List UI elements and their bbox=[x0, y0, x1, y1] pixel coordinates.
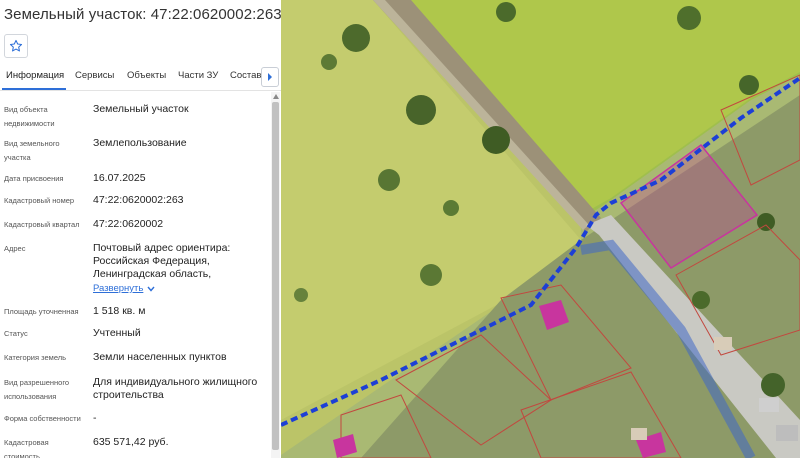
triangle-up-icon bbox=[273, 93, 279, 99]
expand-address-link[interactable]: Развернуть bbox=[93, 283, 155, 294]
tree bbox=[482, 126, 510, 154]
property-value: 1 518 кв. м bbox=[93, 305, 146, 317]
property-row-object-type: Вид объекта недвижимости Земельный участ… bbox=[0, 103, 270, 133]
property-value: Почтовый адрес ориентира: Российская Фед… bbox=[93, 242, 231, 280]
property-label: Вид разрешенного использования bbox=[4, 378, 70, 401]
chevron-right-icon bbox=[268, 73, 272, 81]
property-value: - bbox=[93, 412, 97, 424]
property-label: Кадастровый квартал bbox=[4, 220, 80, 229]
tab-information[interactable]: Информация bbox=[6, 70, 64, 81]
tree bbox=[406, 95, 436, 125]
expand-link-label: Развернуть bbox=[93, 283, 144, 294]
property-value: Земли населенных пунктов bbox=[93, 351, 227, 363]
tab-services[interactable]: Сервисы bbox=[75, 70, 114, 81]
tab-bar: Информация Сервисы Объекты Части ЗУ Сост… bbox=[0, 64, 281, 91]
tree bbox=[321, 54, 337, 70]
property-value: 635 571,42 руб. bbox=[93, 436, 169, 448]
property-row-cadastral-value: Кадастровая стоимость 635 571,42 руб. bbox=[0, 436, 270, 458]
tab-objects[interactable]: Объекты bbox=[127, 70, 166, 81]
star-icon bbox=[9, 39, 23, 52]
map-view[interactable] bbox=[281, 0, 800, 458]
property-label: Вид объекта недвижимости bbox=[4, 105, 55, 128]
tree bbox=[761, 373, 785, 397]
building bbox=[776, 425, 798, 441]
property-label: Категория земель bbox=[4, 353, 67, 362]
tree bbox=[692, 291, 710, 309]
info-panel: Земельный участок: 47:22:0620002:263 Инф… bbox=[0, 0, 282, 458]
active-tab-indicator bbox=[2, 88, 66, 90]
property-label: Форма собственности bbox=[4, 414, 81, 423]
property-value: Земельный участок bbox=[93, 103, 189, 115]
tree bbox=[294, 288, 308, 302]
property-label: Адрес bbox=[4, 244, 26, 253]
building bbox=[714, 337, 732, 350]
tree bbox=[378, 169, 400, 191]
property-label: Дата присвоения bbox=[4, 174, 64, 183]
tabs-scroll-right-button[interactable] bbox=[261, 67, 279, 87]
property-list: Вид объекта недвижимости Земельный участ… bbox=[0, 95, 270, 458]
page-title: Земельный участок: 47:22:0620002:263 bbox=[4, 6, 282, 23]
property-value: Землепользование bbox=[93, 137, 187, 149]
property-value: 47:22:0620002:263 bbox=[93, 194, 184, 206]
property-label: Кадастровая стоимость bbox=[4, 438, 49, 458]
tree bbox=[496, 2, 516, 22]
property-row-permitted-use: Вид разрешенного использования Для индив… bbox=[0, 376, 270, 410]
property-row-status: Статус Учтенный bbox=[0, 327, 270, 343]
property-label: Площадь уточненная bbox=[4, 307, 79, 316]
property-value: Учтенный bbox=[93, 327, 141, 339]
tab-composition[interactable]: Состав bbox=[230, 70, 261, 81]
property-row-area: Площадь уточненная 1 518 кв. м bbox=[0, 305, 270, 321]
property-row-cadastral-number: Кадастровый номер 47:22:0620002:263 bbox=[0, 194, 270, 210]
building bbox=[759, 398, 779, 412]
property-row-ownership: Форма собственности - bbox=[0, 412, 270, 428]
tree bbox=[443, 200, 459, 216]
property-label: Кадастровый номер bbox=[4, 196, 75, 205]
property-row-assign-date: Дата присвоения 16.07.2025 bbox=[0, 172, 270, 188]
scrollbar-thumb[interactable] bbox=[272, 102, 279, 450]
tree bbox=[677, 6, 701, 30]
property-value: 16.07.2025 bbox=[93, 172, 146, 184]
tree bbox=[342, 24, 370, 52]
tree bbox=[420, 264, 442, 286]
tab-parts[interactable]: Части ЗУ bbox=[178, 70, 218, 81]
building bbox=[631, 428, 647, 440]
property-label: Статус bbox=[4, 329, 28, 338]
chevron-down-icon bbox=[147, 286, 155, 292]
satellite-map[interactable] bbox=[281, 0, 800, 458]
scroll-up-button[interactable] bbox=[272, 92, 280, 100]
property-label: Вид земельного участка bbox=[4, 139, 60, 162]
property-value: Для индивидуального жилищного строительс… bbox=[93, 376, 258, 401]
property-row-land-category: Категория земель Земли населенных пункто… bbox=[0, 351, 270, 367]
property-row-cadastral-quarter: Кадастровый квартал 47:22:0620002 bbox=[0, 218, 270, 234]
property-row-land-type: Вид земельного участка Землепользование bbox=[0, 137, 270, 167]
tree bbox=[739, 75, 759, 95]
property-value: 47:22:0620002 bbox=[93, 218, 164, 230]
favorite-button[interactable] bbox=[4, 34, 28, 58]
